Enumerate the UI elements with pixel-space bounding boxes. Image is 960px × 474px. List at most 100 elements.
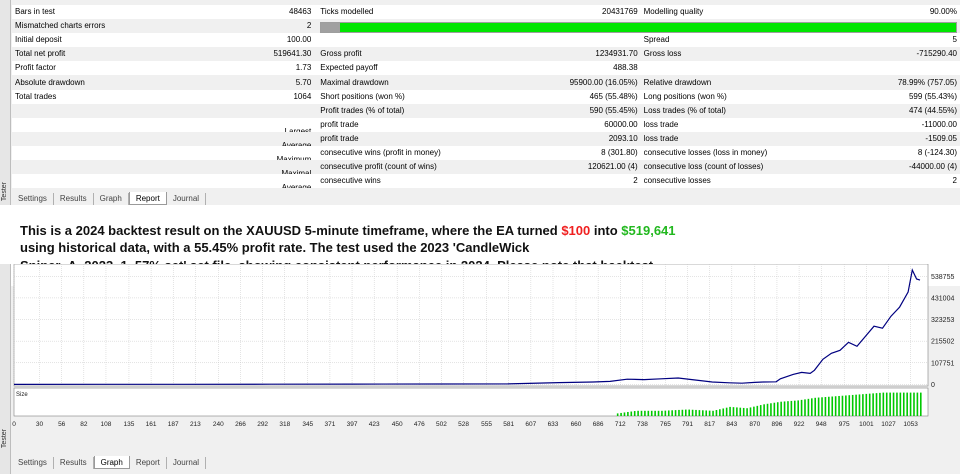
report-row: Profit factor 1.73 Expected payoff 488.38 [12, 61, 960, 76]
volume-bar [684, 409, 687, 416]
volume-bar [899, 392, 902, 416]
report-cell: Maximal drawdown [317, 75, 533, 90]
volume-bar [630, 411, 633, 416]
volume-bar [627, 411, 629, 416]
graph-tab-journal[interactable]: Journal [167, 457, 207, 469]
volume-bar [770, 403, 772, 416]
volume-bar [753, 406, 755, 416]
report-row: Bars in test 48463 Ticks modelled 20431769 M… [12, 5, 960, 20]
report-cell: Loss trades (% of total) [640, 103, 860, 118]
volume-bar [892, 392, 895, 416]
report-cell: Largest [12, 117, 318, 132]
report-cell [532, 33, 641, 48]
report-label: Absolute drawdown [15, 77, 85, 87]
report-cell: -11000.00 [859, 117, 960, 132]
x-tick-label: 528 [458, 421, 469, 428]
volume-bar [671, 410, 673, 416]
report-cell: Relative drawdown [640, 75, 860, 90]
report-row: Maximal consecutive profit (count of wins… [12, 160, 960, 175]
volume-bar [725, 407, 728, 416]
x-tick-label: 30 [36, 421, 44, 428]
volume-bar [705, 410, 708, 416]
report-row: Average consecutive wins 2 consecutive loss… [12, 174, 960, 189]
report-tab-report[interactable]: Report [128, 192, 167, 205]
x-tick-label: 896 [772, 421, 783, 428]
volume-bar [664, 410, 667, 416]
graph-tab-report[interactable]: Report [130, 457, 167, 469]
volume-bar [916, 392, 919, 416]
x-tick-label: 240 [213, 421, 224, 428]
graph-tab-graph[interactable]: Graph [93, 456, 130, 469]
report-label: Total net profit [15, 49, 66, 59]
x-tick-label: 56 [58, 421, 66, 428]
volume-bar [783, 401, 786, 416]
report-cell: 2 [532, 174, 641, 189]
volume-bar [729, 406, 731, 416]
x-tick-label: 82 [80, 421, 88, 428]
volume-bar [654, 410, 656, 416]
report-tab-settings[interactable]: Settings [12, 193, 54, 205]
graph-tab-results[interactable]: Results [54, 457, 94, 469]
report-cell: Profit trades (% of total) [317, 103, 533, 118]
report-tab-graph[interactable]: Graph [94, 193, 129, 205]
volume-bar [623, 412, 626, 416]
report-row: Profit trades (% of total) 590 (55.45%) Lo… [12, 103, 960, 118]
report-tab-journal[interactable]: Journal [167, 193, 207, 205]
x-tick-label: 266 [235, 421, 246, 428]
x-tick-label: 108 [101, 421, 112, 428]
x-tick-label: 555 [481, 421, 492, 428]
report-cell: 95900.00 (16.05%) [532, 75, 641, 90]
volume-bar [896, 392, 898, 416]
volume-bar [824, 397, 827, 416]
volume-bar [644, 410, 646, 416]
volume-bar [763, 404, 765, 416]
graph-panel: Tester 538755 431004 323253 215502 107751 0 Si… [0, 264, 960, 474]
volume-bar [698, 410, 701, 416]
x-tick-label: 345 [302, 421, 313, 428]
report-row: Initial deposit 100.00 Spread 5 [12, 33, 960, 48]
volume-bar [804, 399, 806, 416]
report-cell: 120621.00 (4) [532, 160, 641, 175]
report-label: Bars in test [15, 7, 56, 17]
volume-bar [913, 392, 915, 416]
x-tick-label: 1027 [881, 421, 896, 428]
report-cell: loss trade [640, 131, 860, 146]
volume-bar [845, 395, 847, 416]
y-tick-label: 538755 [931, 274, 954, 281]
report-value: 48463 [289, 7, 312, 17]
report-cell: 8 (301.80) [532, 145, 641, 161]
report-cell: consecutive losses (loss in money) [640, 145, 860, 161]
report-cell: Gross loss [640, 47, 860, 62]
x-tick-label: 633 [548, 421, 559, 428]
report-cell: 474 (44.55%) [859, 103, 960, 118]
report-cell: Initial deposit 100.00 [12, 33, 318, 48]
volume-bar [742, 407, 745, 416]
volume-bar [865, 393, 868, 416]
volume-bar [787, 401, 789, 416]
graph-tab-settings[interactable]: Settings [12, 457, 54, 469]
report-cell: -44000.00 (4) [859, 160, 960, 175]
report-cell: Total net profit 519641.30 [12, 47, 318, 62]
report-cell: 488.38 [532, 61, 641, 76]
x-tick-label: 817 [704, 421, 715, 428]
x-tick-label: 1001 [859, 421, 874, 428]
x-tick-label: 712 [615, 421, 626, 428]
caption-part-1: This is a 2024 backtest result on the XA… [20, 223, 562, 238]
x-tick-label: 292 [257, 421, 268, 428]
report-cell: 8 (-124.30) [859, 145, 960, 161]
report-label: Mismatched charts errors [15, 21, 106, 31]
report-cell [317, 33, 533, 48]
volume-bar [797, 400, 799, 416]
report-cell: Maximal [12, 160, 318, 175]
volume-bar [793, 400, 796, 416]
volume-bar [885, 392, 888, 416]
volume-bar [920, 392, 922, 416]
report-tab-results[interactable]: Results [54, 193, 94, 205]
volume-bar [817, 397, 820, 416]
report-cell: Average [12, 174, 318, 189]
volume-bar [620, 412, 622, 416]
volume-bar [708, 410, 711, 416]
x-tick-label: 870 [749, 421, 760, 428]
volume-bar [661, 410, 663, 416]
report-tabbar: Settings Results Graph Report Journal [12, 192, 207, 205]
